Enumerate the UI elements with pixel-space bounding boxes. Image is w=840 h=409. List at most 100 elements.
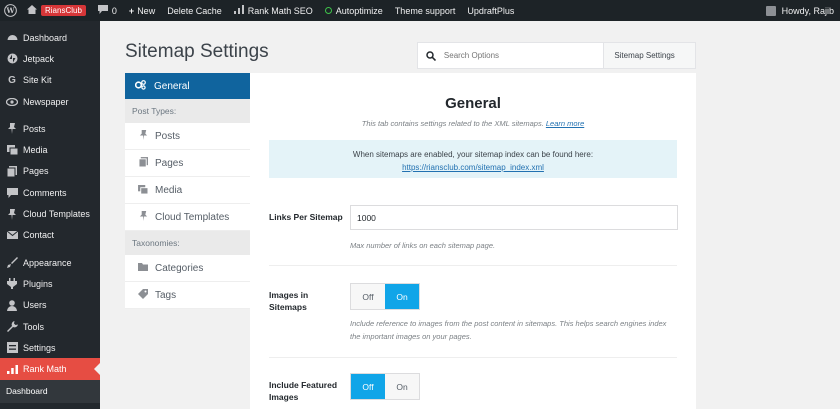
theme-support-link[interactable]: Theme support bbox=[389, 0, 462, 21]
new-content-menu[interactable]: + New bbox=[123, 0, 161, 21]
images-in-sitemaps-toggle[interactable]: Off On bbox=[350, 283, 420, 310]
rank-math-icon bbox=[233, 5, 244, 16]
sidebar-item-jetpack[interactable]: Jetpack bbox=[0, 48, 100, 69]
sidebar-item-label: Site Kit bbox=[23, 75, 52, 86]
sidebar-item-site-kit[interactable]: G Site Kit bbox=[0, 70, 100, 91]
sidebar-item-appearance[interactable]: Appearance bbox=[0, 252, 100, 273]
tab-general[interactable]: General bbox=[125, 73, 250, 99]
submenu-item-dashboard[interactable]: Dashboard bbox=[0, 379, 100, 403]
autoptimize-menu[interactable]: Autoptimize bbox=[319, 0, 389, 21]
tab-label: Posts bbox=[155, 130, 181, 142]
comments-menu[interactable]: 0 bbox=[92, 0, 123, 21]
user-icon bbox=[6, 299, 18, 311]
links-per-sitemap-input[interactable] bbox=[350, 205, 678, 230]
svg-text:W: W bbox=[5, 6, 15, 15]
sidebar-item-label: Posts bbox=[23, 123, 46, 134]
search-scope-dropdown[interactable]: Sitemap Settings bbox=[603, 43, 696, 68]
status-circle-icon bbox=[324, 7, 332, 14]
sidebar-item-dashboard[interactable]: Dashboard bbox=[0, 27, 100, 48]
admin-sidebar: Dashboard Jetpack G Site Kit Newspaper P… bbox=[0, 21, 100, 409]
sitemap-info-box: When sitemaps are enabled, your sitemap … bbox=[269, 140, 677, 178]
home-icon bbox=[27, 5, 37, 16]
pages-icon bbox=[137, 157, 149, 169]
post-types-heading: Post Types: bbox=[125, 99, 250, 123]
settings-icon bbox=[6, 342, 18, 354]
sidebar-item-plugins[interactable]: Plugins bbox=[0, 273, 100, 294]
sidebar-item-label: Appearance bbox=[23, 257, 72, 268]
updraftplus-menu[interactable]: UpdraftPlus bbox=[461, 0, 520, 21]
tab-pages[interactable]: Pages bbox=[125, 150, 250, 177]
pin-icon bbox=[6, 208, 18, 220]
sidebar-item-cloud-templates[interactable]: Cloud Templates bbox=[0, 203, 100, 224]
sidebar-item-label: Contact bbox=[23, 230, 55, 241]
media-icon bbox=[6, 144, 18, 156]
taxonomies-heading: Taxonomies: bbox=[125, 231, 250, 255]
tab-categories[interactable]: Categories bbox=[125, 255, 250, 282]
links-per-sitemap-label: Links Per Sitemap bbox=[269, 212, 343, 222]
sidebar-item-users[interactable]: Users bbox=[0, 295, 100, 316]
plus-icon: + bbox=[128, 5, 135, 16]
settings-panel: General This tab contains settings relat… bbox=[250, 73, 696, 409]
brush-icon bbox=[6, 257, 18, 269]
sidebar-item-label: Cloud Templates bbox=[23, 209, 90, 220]
account-menu[interactable]: Howdy, Rajib bbox=[760, 0, 840, 21]
sidebar-item-posts[interactable]: Posts bbox=[0, 118, 100, 139]
wrench-icon bbox=[6, 321, 18, 333]
site-name: RiansClub bbox=[41, 5, 86, 16]
pin-icon bbox=[137, 130, 149, 142]
toggle-on-option[interactable]: On bbox=[385, 374, 419, 399]
sidebar-item-settings[interactable]: Settings bbox=[0, 337, 100, 358]
info-text: When sitemaps are enabled, your sitemap … bbox=[352, 150, 594, 159]
wordpress-logo-icon[interactable]: W bbox=[0, 0, 21, 21]
tab-label: Cloud Templates bbox=[155, 211, 230, 223]
howdy-greeting: Howdy, Rajib bbox=[781, 5, 834, 16]
tab-cloud-templates[interactable]: Cloud Templates bbox=[125, 204, 250, 231]
sidebar-item-pages[interactable]: Pages bbox=[0, 161, 100, 182]
panel-description: This tab contains settings related to th… bbox=[250, 119, 696, 128]
tab-tags[interactable]: Tags bbox=[125, 282, 250, 309]
site-menu[interactable]: RiansClub bbox=[21, 0, 92, 21]
sitemap-url-link[interactable]: https://riansclub.com/sitemap_index.xml bbox=[402, 163, 544, 172]
divider bbox=[269, 357, 677, 358]
sidebar-item-contact[interactable]: Contact bbox=[0, 225, 100, 246]
envelope-icon bbox=[6, 229, 18, 241]
sidebar-item-label: Tools bbox=[23, 321, 45, 332]
tab-label: Tags bbox=[155, 289, 177, 301]
rank-math-seo-label: Rank Math SEO bbox=[247, 5, 313, 16]
google-g-icon: G bbox=[8, 74, 16, 86]
panel-title: General bbox=[445, 95, 501, 112]
toggle-on-option[interactable]: On bbox=[385, 284, 419, 309]
rank-math-seo-menu[interactable]: Rank Math SEO bbox=[228, 0, 319, 21]
new-label: New bbox=[137, 5, 156, 16]
tab-posts[interactable]: Posts bbox=[125, 123, 250, 150]
sidebar-item-comments[interactable]: Comments bbox=[0, 182, 100, 203]
pin-icon bbox=[137, 211, 149, 223]
include-featured-images-toggle[interactable]: Off On bbox=[350, 373, 420, 400]
tab-label: Categories bbox=[155, 262, 204, 274]
sidebar-item-media[interactable]: Media bbox=[0, 139, 100, 160]
sidebar-item-label: Newspaper bbox=[23, 96, 69, 107]
images-in-sitemaps-label: Images in Sitemaps bbox=[269, 290, 309, 312]
learn-more-link[interactable]: Learn more bbox=[546, 119, 584, 128]
comments-count: 0 bbox=[111, 5, 117, 16]
gears-icon bbox=[134, 79, 146, 93]
tab-media[interactable]: Media bbox=[125, 177, 250, 204]
tab-label: General bbox=[154, 80, 190, 92]
delete-cache-link[interactable]: Delete Cache bbox=[161, 0, 228, 21]
images-in-sitemaps-help: Include reference to images from the pos… bbox=[350, 319, 667, 341]
toggle-off-option[interactable]: Off bbox=[351, 374, 385, 399]
tag-icon bbox=[137, 289, 149, 301]
sidebar-item-label: Settings bbox=[23, 342, 56, 353]
sidebar-item-rank-math[interactable]: Rank Math bbox=[0, 358, 100, 380]
sidebar-item-label: Users bbox=[23, 300, 47, 311]
settings-tabs: General Post Types: Posts Pages Media Cl… bbox=[125, 73, 250, 309]
search-input[interactable] bbox=[443, 51, 604, 60]
sidebar-item-label: Dashboard bbox=[23, 32, 68, 43]
search-options-box: Sitemap Settings bbox=[417, 42, 696, 69]
eye-icon bbox=[6, 96, 18, 108]
sidebar-item-tools[interactable]: Tools bbox=[0, 316, 100, 337]
sidebar-item-label: Plugins bbox=[23, 278, 53, 289]
tab-label: Media bbox=[155, 184, 183, 196]
sidebar-item-newspaper[interactable]: Newspaper bbox=[0, 91, 100, 112]
toggle-off-option[interactable]: Off bbox=[351, 284, 385, 309]
